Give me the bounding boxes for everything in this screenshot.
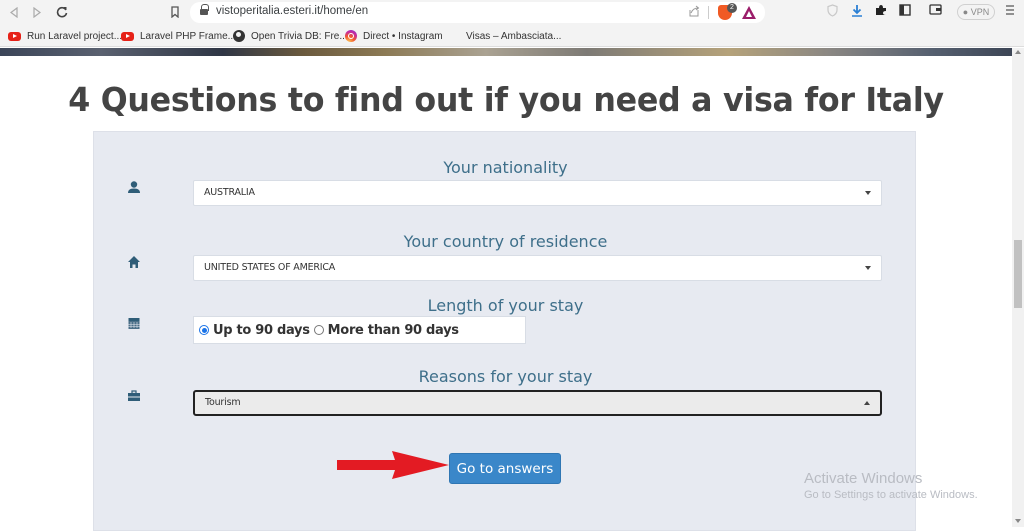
bookmark-item[interactable]: Laravel PHP Frame... — [121, 29, 236, 43]
residence-select[interactable]: UNITED STATES OF AMERICA — [193, 255, 882, 281]
bookmark-label: Open Trivia DB: Fre... — [251, 30, 348, 42]
bookmark-label: Visas – Ambasciata... — [466, 30, 562, 42]
forward-icon — [33, 6, 41, 18]
shields-count-badge: 2 — [727, 3, 737, 13]
red-annotation-arrow — [337, 451, 449, 479]
sidebar-toggle-icon[interactable] — [899, 4, 911, 19]
nationality-value: AUSTRALIA — [204, 187, 255, 198]
nationality-label: Your nationality — [443, 158, 568, 177]
divider — [708, 6, 709, 19]
address-bar[interactable]: vistoperitalia.esteri.it/home/en 2 — [190, 2, 765, 23]
page-content: 4 Questions to find out if you need a vi… — [0, 48, 1012, 531]
extensions-puzzle-icon[interactable] — [875, 4, 887, 19]
page-scrollbar[interactable] — [1012, 48, 1024, 527]
youtube-icon — [8, 31, 21, 41]
bookmark-page-button[interactable] — [165, 3, 185, 21]
page-title: 4 Questions to find out if you need a vi… — [68, 80, 944, 119]
share-icon[interactable] — [688, 5, 700, 20]
bookmark-item[interactable]: Open Trivia DB: Fre... — [233, 29, 348, 43]
activate-windows-watermark: Activate Windows Go to Settings to activ… — [804, 470, 978, 501]
back-button[interactable] — [4, 3, 24, 21]
activate-windows-subtitle: Go to Settings to activate Windows. — [804, 489, 978, 501]
scrollbar-thumb[interactable] — [1014, 240, 1022, 308]
activate-windows-title: Activate Windows — [804, 470, 923, 487]
stay-length-label: Length of your stay — [427, 296, 584, 315]
visa-questionnaire-form: Your nationality AUSTRALIA Your country … — [93, 131, 916, 531]
bookmark-item[interactable]: Visas – Ambasciata... — [448, 29, 561, 43]
back-icon — [10, 6, 18, 18]
bookmark-label: Direct • Instagram — [363, 30, 443, 42]
stay-length-radio-group: Up to 90 days More than 90 days — [193, 316, 526, 344]
reload-icon — [56, 6, 68, 18]
scroll-up-arrow-icon[interactable] — [1015, 50, 1021, 54]
brave-rewards-icon[interactable] — [742, 6, 756, 19]
wallet-icon[interactable] — [929, 4, 942, 18]
nationality-select[interactable]: AUSTRALIA — [193, 180, 882, 206]
radio-label[interactable]: More than 90 days — [328, 323, 459, 338]
globe-icon — [233, 30, 245, 42]
browser-toolbar: vistoperitalia.esteri.it/home/en 2 ● VPN — [0, 0, 1024, 25]
user-icon — [127, 179, 143, 195]
residence-label: Your country of residence — [403, 232, 608, 251]
calendar-icon — [127, 315, 143, 331]
bookmarks-bar: Run Laravel project... Laravel PHP Frame… — [0, 25, 1024, 47]
bookmark-item[interactable]: Run Laravel project... — [8, 29, 122, 43]
forward-button[interactable] — [27, 3, 47, 21]
download-icon[interactable] — [851, 4, 863, 20]
lock-icon — [200, 4, 209, 16]
radio-more-than-90-days[interactable] — [313, 325, 324, 335]
radio-label[interactable]: Up to 90 days — [213, 323, 310, 338]
chevron-up-icon — [864, 401, 870, 405]
hero-image — [0, 48, 1012, 56]
chevron-down-icon — [865, 191, 871, 195]
url-text[interactable]: vistoperitalia.esteri.it/home/en — [216, 5, 368, 17]
go-to-answers-button[interactable]: Go to answers — [449, 453, 561, 484]
briefcase-icon — [127, 388, 143, 404]
stay-reason-label: Reasons for your stay — [418, 367, 593, 386]
menu-icon[interactable] — [1005, 4, 1015, 20]
bookmark-label: Laravel PHP Frame... — [140, 30, 236, 42]
bookmark-item[interactable]: Direct • Instagram — [345, 29, 443, 43]
bookmark-icon — [171, 6, 179, 18]
instagram-icon — [345, 30, 357, 42]
scroll-down-arrow-icon[interactable] — [1015, 519, 1021, 523]
blank-icon — [448, 30, 460, 42]
vpn-button[interactable]: ● VPN — [957, 4, 995, 20]
radio-up-to-90-days[interactable] — [199, 325, 209, 335]
vpn-label: VPN — [970, 7, 990, 17]
chevron-down-icon — [865, 266, 871, 270]
stay-reason-value: Tourism — [205, 397, 241, 408]
bookmark-label: Run Laravel project... — [27, 30, 123, 42]
stay-reason-select[interactable]: Tourism — [193, 390, 882, 416]
residence-value: UNITED STATES OF AMERICA — [204, 262, 336, 273]
leo-shield-icon[interactable] — [827, 4, 838, 20]
home-icon — [127, 254, 143, 270]
youtube-icon — [121, 31, 134, 41]
reload-button[interactable] — [52, 3, 72, 21]
